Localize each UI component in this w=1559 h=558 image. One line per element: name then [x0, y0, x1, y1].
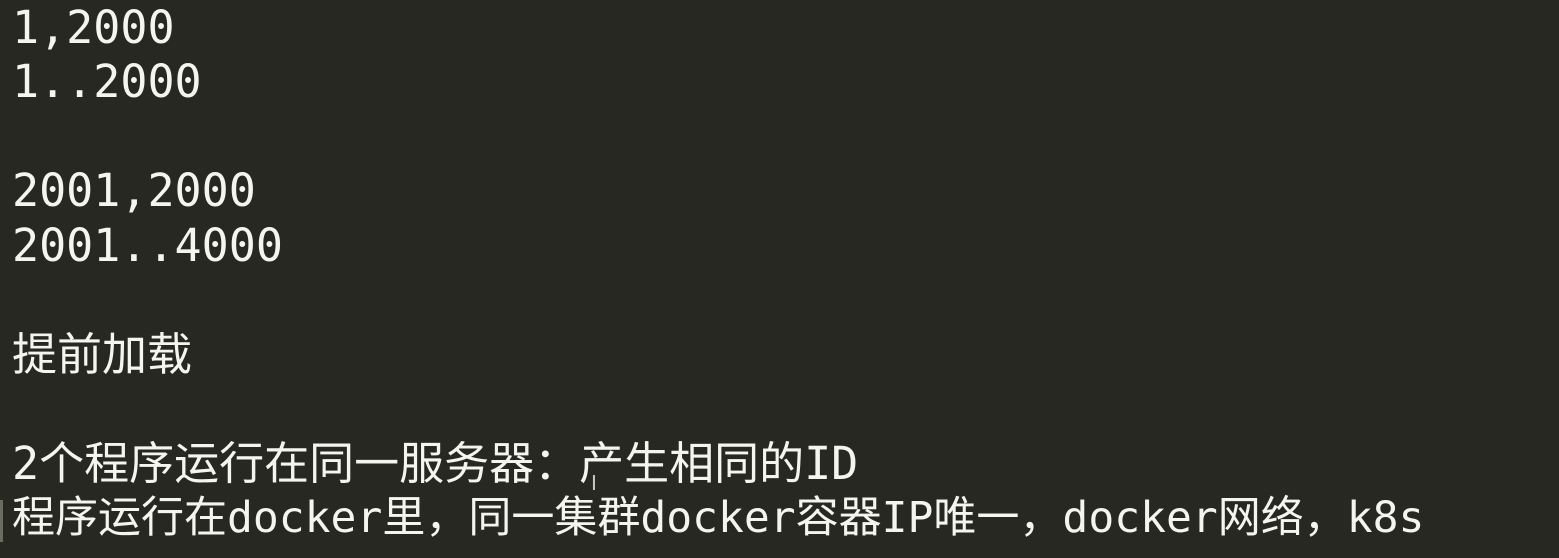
editor-line-1[interactable]: 1,2000: [12, 0, 175, 55]
editor-line-4[interactable]: 2001..4000: [12, 218, 283, 273]
editor-line-2[interactable]: 1..2000: [12, 54, 202, 109]
editor-line-3[interactable]: 2001,2000: [12, 163, 256, 218]
current-line-marker: [0, 500, 3, 542]
editor-line-7[interactable]: 程序运行在docker里，同一集群docker容器IP唯一，docker网络，k…: [12, 491, 1424, 546]
editor-line-6[interactable]: 2个程序运行在同一服务器：产生相同的ID: [12, 436, 858, 491]
text-cursor-icon: I: [591, 471, 597, 495]
text-editor[interactable]: 1,2000 1..2000 2001,2000 2001..4000 提前加载…: [0, 0, 1559, 558]
editor-line-5[interactable]: 提前加载: [12, 327, 192, 382]
